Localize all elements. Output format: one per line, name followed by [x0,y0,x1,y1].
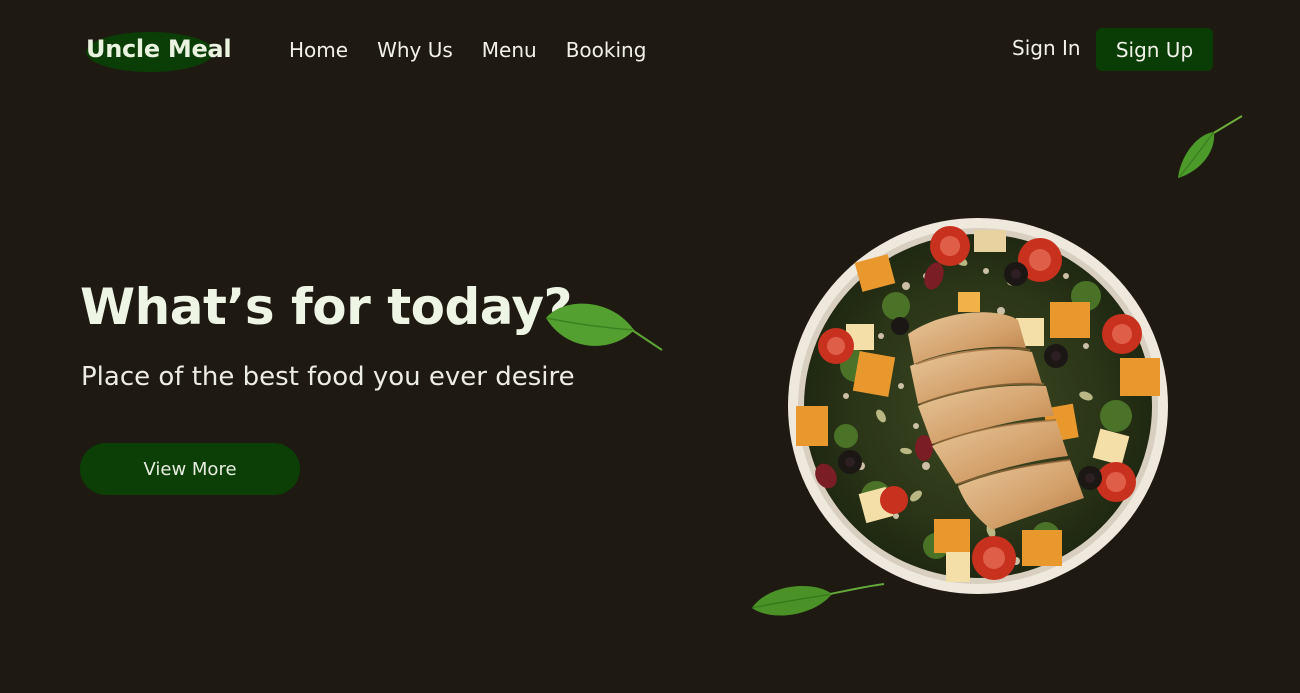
nav-item-home[interactable]: Home [289,38,348,62]
sign-up-button[interactable]: Sign Up [1096,28,1213,71]
hero-title: What’s for today? [80,278,573,336]
leaf-icon [545,303,663,351]
nav-item-why-us[interactable]: Why Us [377,38,453,62]
logo-text: Uncle Meal [86,35,232,63]
leaf-icon [1178,115,1243,178]
nav-item-menu[interactable]: Menu [482,38,537,62]
main-nav: Home Why Us Menu Booking [289,38,646,62]
view-more-button[interactable]: View More [80,443,300,495]
hero-subtitle: Place of the best food you ever desire [81,362,575,392]
logo[interactable]: Uncle Meal [84,29,234,73]
sign-in-link[interactable]: Sign In [1012,36,1081,60]
salad-bowl-image [786,216,1170,596]
nav-item-booking[interactable]: Booking [566,38,647,62]
